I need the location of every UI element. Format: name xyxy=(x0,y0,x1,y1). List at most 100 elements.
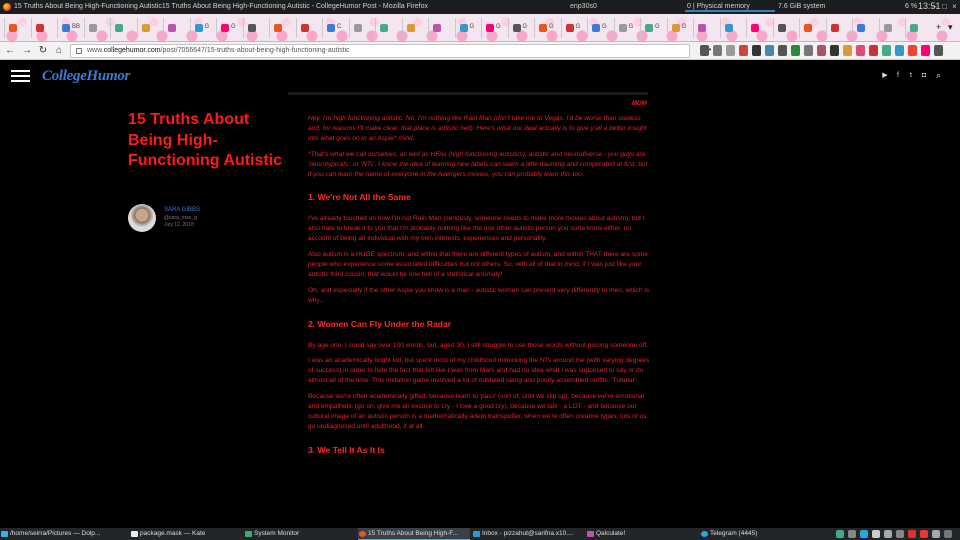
sidebar-icon[interactable] xyxy=(726,45,735,56)
bookmark-star-icon[interactable] xyxy=(700,45,709,56)
task-firefox[interactable]: 15 Truths About Being High-F... xyxy=(358,528,470,540)
search-icon[interactable]: ⌕ xyxy=(936,71,945,80)
maximize-icon[interactable]: □ xyxy=(940,2,949,11)
browser-tab[interactable] xyxy=(110,18,132,38)
browser-tab[interactable] xyxy=(83,18,106,38)
extension-icon-9[interactable] xyxy=(843,45,852,56)
url-text[interactable]: www.collegehumor.com/post/7056647/15-tru… xyxy=(87,47,350,54)
extension-icon-3[interactable] xyxy=(765,45,774,56)
forward-icon[interactable]: → xyxy=(20,44,34,58)
article-tag[interactable]: MOM xyxy=(632,101,647,107)
url-bar[interactable]: www.collegehumor.com/post/7056647/15-tru… xyxy=(70,44,711,58)
browser-tab[interactable]: C xyxy=(322,18,344,38)
browser-tab[interactable]: G xyxy=(454,18,477,38)
instagram-icon[interactable]: ◘ xyxy=(920,72,928,80)
browser-tab[interactable]: G xyxy=(613,18,636,38)
task-telegram[interactable]: Telegram (4445) xyxy=(700,528,812,540)
tray-icon-6[interactable] xyxy=(896,530,904,538)
tab-favicon-icon xyxy=(830,24,839,32)
author-name[interactable]: SARA GIBBS xyxy=(164,207,200,213)
extension-icon-6[interactable] xyxy=(804,45,813,56)
minimize-icon[interactable]: – xyxy=(930,2,939,11)
extension-icon-15[interactable] xyxy=(921,45,930,56)
browser-tab[interactable] xyxy=(136,18,159,38)
browser-tab[interactable] xyxy=(348,18,371,38)
browser-tab[interactable] xyxy=(375,18,397,38)
tray-icon-10[interactable] xyxy=(944,530,952,538)
browser-tab[interactable]: G xyxy=(587,18,609,38)
extension-icon-4[interactable] xyxy=(778,45,787,56)
tray-icon-8[interactable] xyxy=(920,530,928,538)
author-avatar[interactable] xyxy=(128,204,156,232)
extension-icon-14[interactable] xyxy=(908,45,917,56)
browser-tab[interactable] xyxy=(905,18,927,38)
library-icon[interactable] xyxy=(713,45,722,56)
browser-tab[interactable] xyxy=(799,18,821,38)
facebook-icon[interactable]: f xyxy=(894,72,902,80)
task-system-monitor[interactable]: System Monitor xyxy=(244,528,356,540)
extension-icon-5[interactable] xyxy=(791,45,800,56)
browser-tab[interactable]: G xyxy=(189,18,212,38)
new-tab-icon[interactable]: + xyxy=(936,22,941,32)
intro-footnote: *That's what we call ourselves, as well … xyxy=(308,150,648,178)
browser-tab[interactable] xyxy=(772,18,795,38)
tray-icon-4[interactable] xyxy=(872,530,880,538)
tray-icon-1[interactable] xyxy=(836,530,844,538)
section-paragraph: By age one, I could say over 100 words, … xyxy=(308,341,649,349)
browser-tab[interactable] xyxy=(242,18,265,38)
tab-overflow-icon[interactable]: ▾ xyxy=(948,22,953,33)
task-dolphin[interactable]: /home/seirra/Pictures — Dolp... xyxy=(0,528,130,540)
browser-tab[interactable]: G xyxy=(507,18,530,38)
browser-tab[interactable]: G xyxy=(666,18,689,38)
tray-icon-5[interactable] xyxy=(884,530,892,538)
extension-icon-13[interactable] xyxy=(895,45,904,56)
author-handle[interactable]: @sara_rose_g xyxy=(164,215,197,221)
browser-tab[interactable]: G xyxy=(481,18,503,38)
browser-tab[interactable] xyxy=(719,18,742,38)
browser-tab[interactable] xyxy=(878,18,901,38)
extension-icon-1[interactable] xyxy=(739,45,748,56)
telegram-icon xyxy=(701,531,708,537)
site-logo[interactable]: CollegeHumor xyxy=(42,68,130,85)
browser-tab[interactable] xyxy=(401,18,424,38)
browser-tab[interactable]: G xyxy=(640,18,662,38)
tray-icon-3[interactable] xyxy=(860,530,868,538)
twitter-icon[interactable]: t xyxy=(907,72,915,80)
extension-icon-10[interactable] xyxy=(856,45,865,56)
reload-icon[interactable]: ↻ xyxy=(36,44,50,58)
browser-tab[interactable] xyxy=(163,18,185,38)
tab-favicon-icon xyxy=(539,24,547,32)
extension-icon-7[interactable] xyxy=(817,45,826,56)
browser-tab[interactable] xyxy=(428,18,450,38)
browser-tab[interactable] xyxy=(693,18,715,38)
extension-icon-8[interactable] xyxy=(830,45,839,56)
browser-tab[interactable]: G xyxy=(560,18,583,38)
browser-tab[interactable] xyxy=(269,18,291,38)
extension-icon-11[interactable] xyxy=(869,45,878,56)
back-icon[interactable]: ← xyxy=(3,44,17,58)
task-kate[interactable]: package.mask — Kate xyxy=(130,528,242,540)
browser-tab[interactable]: G xyxy=(216,18,238,38)
tab-favicon-icon xyxy=(115,24,123,32)
tray-icon-2[interactable] xyxy=(848,530,856,538)
site-info-icon[interactable] xyxy=(76,48,82,54)
tray-icon-7[interactable] xyxy=(908,530,916,538)
browser-tab[interactable] xyxy=(746,18,768,38)
tray-icon-9[interactable] xyxy=(932,530,940,538)
task-thunderbird[interactable]: Inbox - pizzahut@sarifna.x10.... xyxy=(472,528,584,540)
browser-tab[interactable] xyxy=(30,18,53,38)
youtube-icon[interactable]: ▶ xyxy=(881,72,889,80)
close-icon[interactable]: × xyxy=(950,2,959,11)
extension-icon-2[interactable] xyxy=(752,45,761,56)
browser-tab[interactable] xyxy=(295,18,318,38)
browser-tab[interactable] xyxy=(852,18,874,38)
hamburger-menu-icon[interactable] xyxy=(11,70,30,82)
menu-icon[interactable] xyxy=(934,45,943,56)
extension-icon-12[interactable] xyxy=(882,45,891,56)
task-qalculate[interactable]: Qalculate! xyxy=(586,528,698,540)
browser-tab[interactable] xyxy=(4,18,26,38)
browser-tab[interactable]: BB xyxy=(57,18,80,38)
browser-tab[interactable] xyxy=(825,18,848,38)
browser-tab[interactable]: G xyxy=(534,18,556,38)
home-icon[interactable]: ⌂ xyxy=(52,44,66,58)
